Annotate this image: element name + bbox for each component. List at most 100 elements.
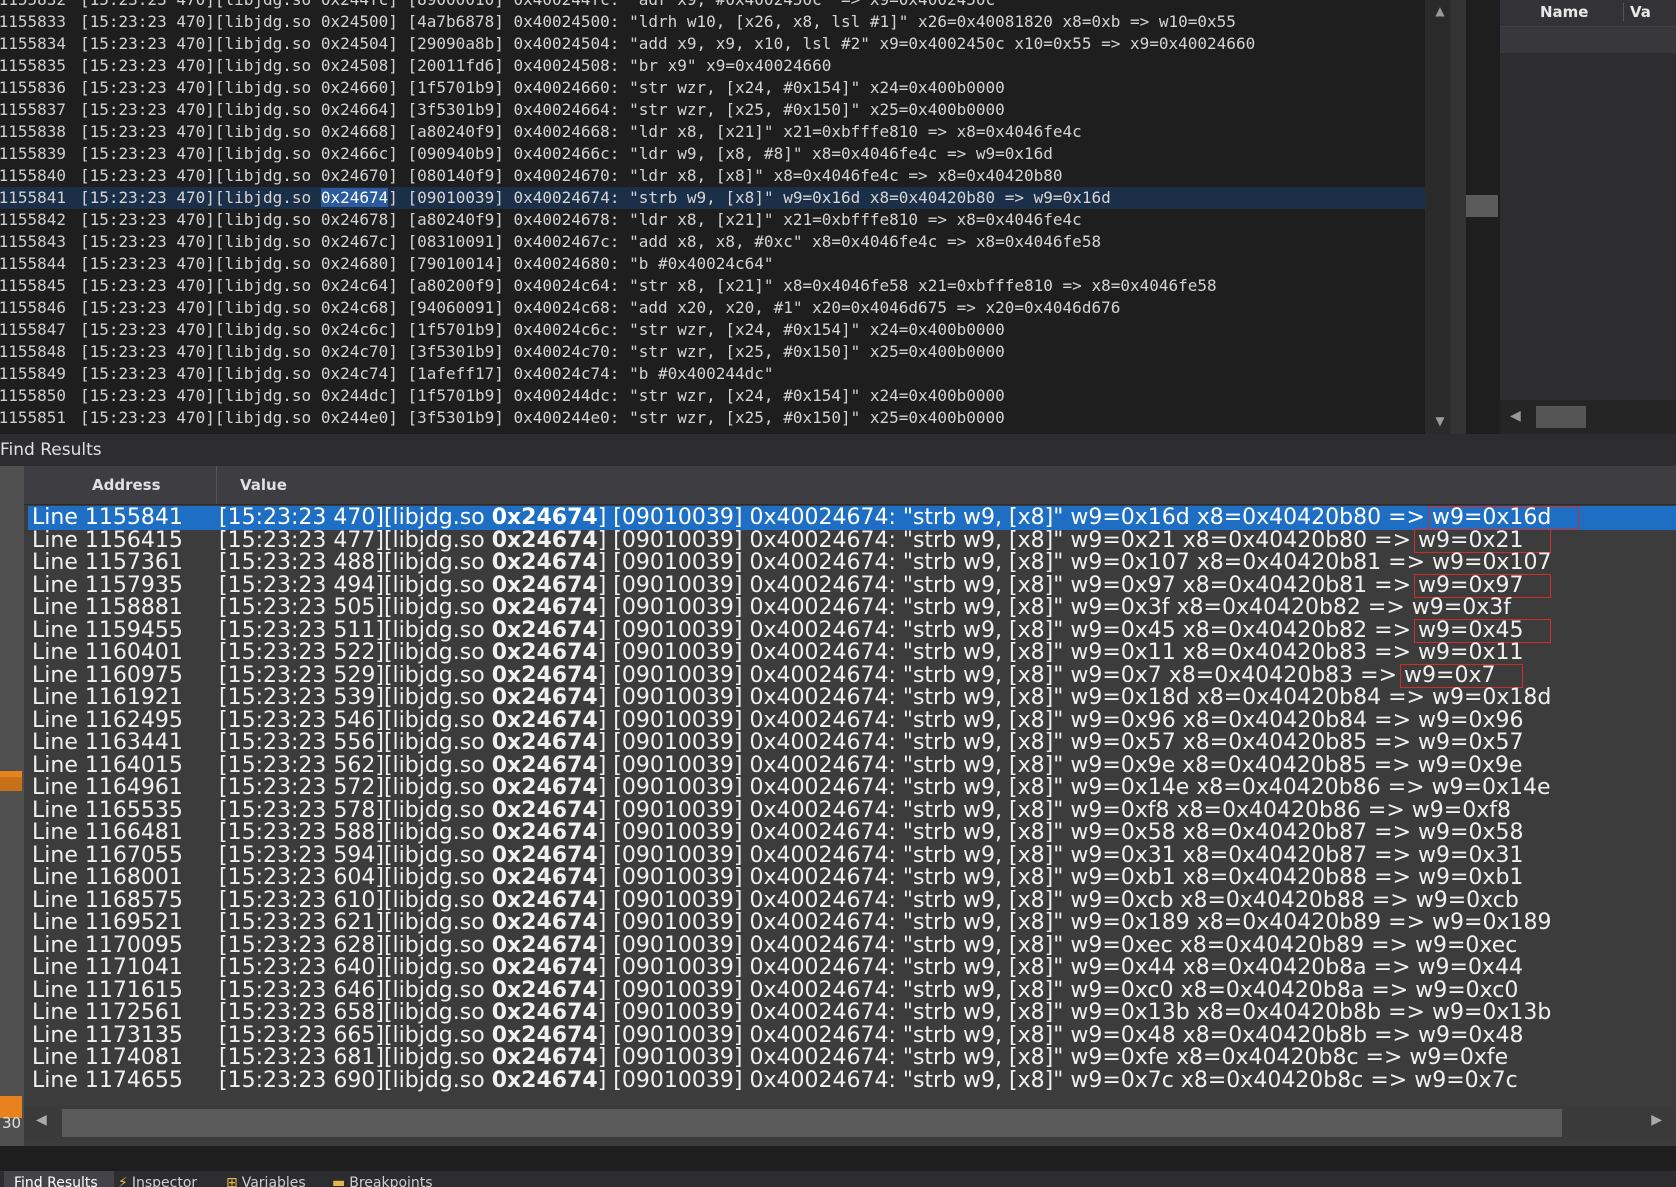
find-result-row[interactable]: Line 1162495 [15:23:23 546][libjdg.so 0x2…	[28, 707, 1676, 733]
trace-instruction: [15:23:23 470][libjdg.so 0x24c70] [3f530…	[80, 342, 1005, 361]
result-value: [15:23:23 588][libjdg.so 0x24674] [09010…	[219, 821, 1523, 845]
trace-line-number: 1155851	[0, 408, 66, 427]
result-address: Line 1164015	[32, 752, 183, 778]
column-divider[interactable]	[216, 466, 217, 504]
variables-row[interactable]	[1500, 27, 1676, 53]
find-result-row[interactable]: Line 1165535 [15:23:23 578][libjdg.so 0x2…	[28, 797, 1676, 823]
column-header-address[interactable]: Address	[92, 476, 161, 494]
result-address: Line 1164961	[32, 775, 183, 800]
result-prefix: [15:23:23 505][libjdg.so	[219, 595, 492, 620]
result-prefix: [15:23:23 488][libjdg.so	[219, 550, 492, 575]
find-result-row[interactable]: Line 1160401 [15:23:23 522][libjdg.so 0x2…	[28, 641, 1676, 665]
find-result-row[interactable]: Line 1164961 [15:23:23 572][libjdg.so 0x2…	[28, 776, 1676, 800]
result-register-value: w9=0x18d	[1431, 685, 1552, 710]
find-result-row[interactable]: Line 1168575 [15:23:23 610][libjdg.so 0x2…	[28, 887, 1676, 913]
find-result-row[interactable]: Line 1157935 [15:23:23 494][libjdg.so 0x2…	[28, 572, 1676, 598]
find-horizontal-scrollbar[interactable]: ◀ ▶	[24, 1106, 1676, 1140]
trace-vertical-scrollbar[interactable]: ▲ ▼	[1430, 0, 1450, 434]
trace-row[interactable]: 1155851 [15:23:23 470][libjdg.so 0x244e0]…	[0, 407, 1425, 429]
find-result-row[interactable]: Line 1160975 [15:23:23 529][libjdg.so 0x2…	[28, 663, 1676, 688]
variables-scroll-thumb[interactable]	[1536, 406, 1586, 428]
tab-variables[interactable]: ⊞ Variables	[226, 1171, 322, 1187]
find-result-row[interactable]: Line 1163441 [15:23:23 556][libjdg.so 0x2…	[28, 731, 1676, 755]
result-value: [15:23:23 594][libjdg.so 0x24674] [09010…	[219, 843, 1523, 868]
trace-row[interactable]: 1155840 [15:23:23 470][libjdg.so 0x24670]…	[0, 165, 1425, 187]
result-register-value: w9=0x189	[1432, 910, 1552, 935]
trace-row[interactable]: 1155832 [15:23:23 470][libjdg.so 0x244fc]…	[0, 0, 1425, 11]
result-match-offset: 0x24674	[491, 550, 598, 575]
trace-row[interactable]: 1155841 [15:23:23 470][libjdg.so 0x24674]…	[0, 187, 1425, 209]
chevron-up-icon[interactable]: ▲	[1430, 4, 1450, 18]
trace-row[interactable]: 1155848 [15:23:23 470][libjdg.so 0x24c70]…	[0, 341, 1425, 363]
find-result-row[interactable]: Line 1171041 [15:23:23 640][libjdg.so 0x2…	[28, 956, 1676, 980]
tab-find-results[interactable]: Find Results	[4, 1171, 114, 1187]
result-match-offset: 0x24674	[491, 797, 598, 823]
result-match-offset: 0x24674	[491, 527, 598, 553]
find-result-row[interactable]: Line 1159455 [15:23:23 511][libjdg.so 0x2…	[28, 617, 1676, 643]
find-result-row[interactable]: Line 1158881 [15:23:23 505][libjdg.so 0x2…	[28, 596, 1676, 620]
find-result-row[interactable]: Line 1174081 [15:23:23 681][libjdg.so 0x2…	[28, 1046, 1676, 1070]
result-value: [15:23:23 640][libjdg.so 0x24674] [09010…	[219, 956, 1523, 980]
chevron-right-icon[interactable]: ▶	[1651, 1112, 1662, 1128]
trace-row[interactable]: 1155849 [15:23:23 470][libjdg.so 0x24c74]…	[0, 363, 1425, 385]
find-result-row[interactable]: Line 1164015 [15:23:23 562][libjdg.so 0x2…	[28, 752, 1676, 778]
trace-row[interactable]: 1155833 [15:23:23 470][libjdg.so 0x24500]…	[0, 11, 1425, 33]
column-header-name[interactable]: Name	[1540, 3, 1588, 21]
find-result-row[interactable]: Line 1173135 [15:23:23 665][libjdg.so 0x2…	[28, 1023, 1676, 1048]
column-header-value[interactable]: Va	[1623, 3, 1651, 21]
trace-row[interactable]: 1155850 [15:23:23 470][libjdg.so 0x244dc]…	[0, 385, 1425, 407]
trace-row[interactable]: 1155834 [15:23:23 470][libjdg.so 0x24504]…	[0, 33, 1425, 55]
find-result-row[interactable]: Line 1155841 [15:23:23 470][libjdg.so 0x2…	[28, 506, 1676, 530]
result-instruction: ] [09010039] 0x40024674: "strb w9, [x8]"…	[597, 887, 1416, 913]
result-address: Line 1162495	[32, 707, 183, 733]
find-result-row[interactable]: Line 1174655 [15:23:23 690][libjdg.so 0x2…	[28, 1068, 1676, 1093]
trace-row[interactable]: 1155835 [15:23:23 470][libjdg.so 0x24508]…	[0, 55, 1425, 77]
trace-row[interactable]: 1155845 [15:23:23 470][libjdg.so 0x24c64]…	[0, 275, 1425, 297]
result-value: [15:23:23 522][libjdg.so 0x24674] [09010…	[219, 641, 1523, 665]
find-result-row[interactable]: Line 1170095 [15:23:23 628][libjdg.so 0x2…	[28, 933, 1676, 958]
trace-row[interactable]: 1155839 [15:23:23 470][libjdg.so 0x2466c]…	[0, 143, 1425, 165]
find-result-row[interactable]: Line 1171615 [15:23:23 646][libjdg.so 0x2…	[28, 977, 1676, 1003]
result-address: Line 1157935	[32, 572, 183, 598]
trace-row[interactable]: 1155836 [15:23:23 470][libjdg.so 0x24660]…	[0, 77, 1425, 99]
chevron-left-icon[interactable]: ◀	[36, 1112, 47, 1128]
trace-line-number: 1155848	[0, 342, 66, 361]
find-result-row[interactable]: Line 1168001 [15:23:23 604][libjdg.so 0x2…	[28, 866, 1676, 890]
result-value: [15:23:23 529][libjdg.so 0x24674] [09010…	[219, 663, 1495, 688]
find-result-row[interactable]: Line 1172561 [15:23:23 658][libjdg.so 0x2…	[28, 1001, 1676, 1025]
find-results-list[interactable]: Line 1155841 [15:23:23 470][libjdg.so 0x2…	[28, 506, 1676, 1106]
trace-row[interactable]: 1155846 [15:23:23 470][libjdg.so 0x24c68]…	[0, 297, 1425, 319]
find-result-row[interactable]: Line 1167055 [15:23:23 594][libjdg.so 0x2…	[28, 843, 1676, 868]
trace-instruction: [15:23:23 470][libjdg.so 0x2466c] [09094…	[80, 144, 1053, 163]
trace-line-number: 1155846	[0, 298, 66, 317]
chevron-left-icon[interactable]: ◀	[1510, 408, 1521, 424]
trace-instruction: [15:23:23 470][libjdg.so 0x24678] [a8024…	[80, 210, 1082, 229]
trace-listing[interactable]: 1155832 [15:23:23 470][libjdg.so 0x244fc]…	[0, 0, 1425, 434]
result-match-offset: 0x24674	[491, 752, 598, 778]
result-instruction: ] [09010039] 0x40024674: "strb w9, [x8]"…	[597, 617, 1419, 643]
variables-horizontal-scrollbar[interactable]: ◀	[1500, 400, 1676, 434]
tab-breakpoints[interactable]: ▬ Breakpoints	[332, 1171, 450, 1187]
trace-row[interactable]: 1155842 [15:23:23 470][libjdg.so 0x24678]…	[0, 209, 1425, 231]
trace-line-number: 1155836	[0, 78, 66, 97]
trace-row[interactable]: 1155844 [15:23:23 470][libjdg.so 0x24680]…	[0, 253, 1425, 275]
find-scroll-thumb[interactable]	[62, 1109, 1562, 1137]
find-result-row[interactable]: Line 1157361 [15:23:23 488][libjdg.so 0x2…	[28, 551, 1676, 575]
find-result-row[interactable]: Line 1156415 [15:23:23 477][libjdg.so 0x2…	[28, 527, 1676, 553]
result-instruction: ] [09010039] 0x40024674: "strb w9, [x8]"…	[597, 797, 1412, 823]
trace-row[interactable]: 1155847 [15:23:23 470][libjdg.so 0x24c6c]…	[0, 319, 1425, 341]
find-result-row[interactable]: Line 1169521 [15:23:23 621][libjdg.so 0x2…	[28, 911, 1676, 935]
trace-row[interactable]: 1155843 [15:23:23 470][libjdg.so 0x2467c]…	[0, 231, 1425, 253]
tab-label: Variables	[241, 1175, 306, 1187]
find-result-row[interactable]: Line 1161921 [15:23:23 539][libjdg.so 0x2…	[28, 686, 1676, 710]
tab-inspector[interactable]: ⚡ Inspector	[118, 1171, 218, 1187]
find-result-row[interactable]: Line 1166481 [15:23:23 588][libjdg.so 0x2…	[28, 821, 1676, 845]
result-register-value: w9=0xc0	[1415, 977, 1519, 1003]
trace-row[interactable]: 1155837 [15:23:23 470][libjdg.so 0x24664]…	[0, 99, 1425, 121]
trace-row[interactable]: 1155838 [15:23:23 470][libjdg.so 0x24668]…	[0, 121, 1425, 143]
chevron-down-icon[interactable]: ▼	[1430, 414, 1450, 428]
column-header-value[interactable]: Value	[240, 476, 287, 494]
trace-scroll-thumb[interactable]	[1466, 195, 1498, 217]
search-highlight: 0x24674	[320, 188, 389, 207]
folder-icon: ▬	[332, 1175, 346, 1187]
